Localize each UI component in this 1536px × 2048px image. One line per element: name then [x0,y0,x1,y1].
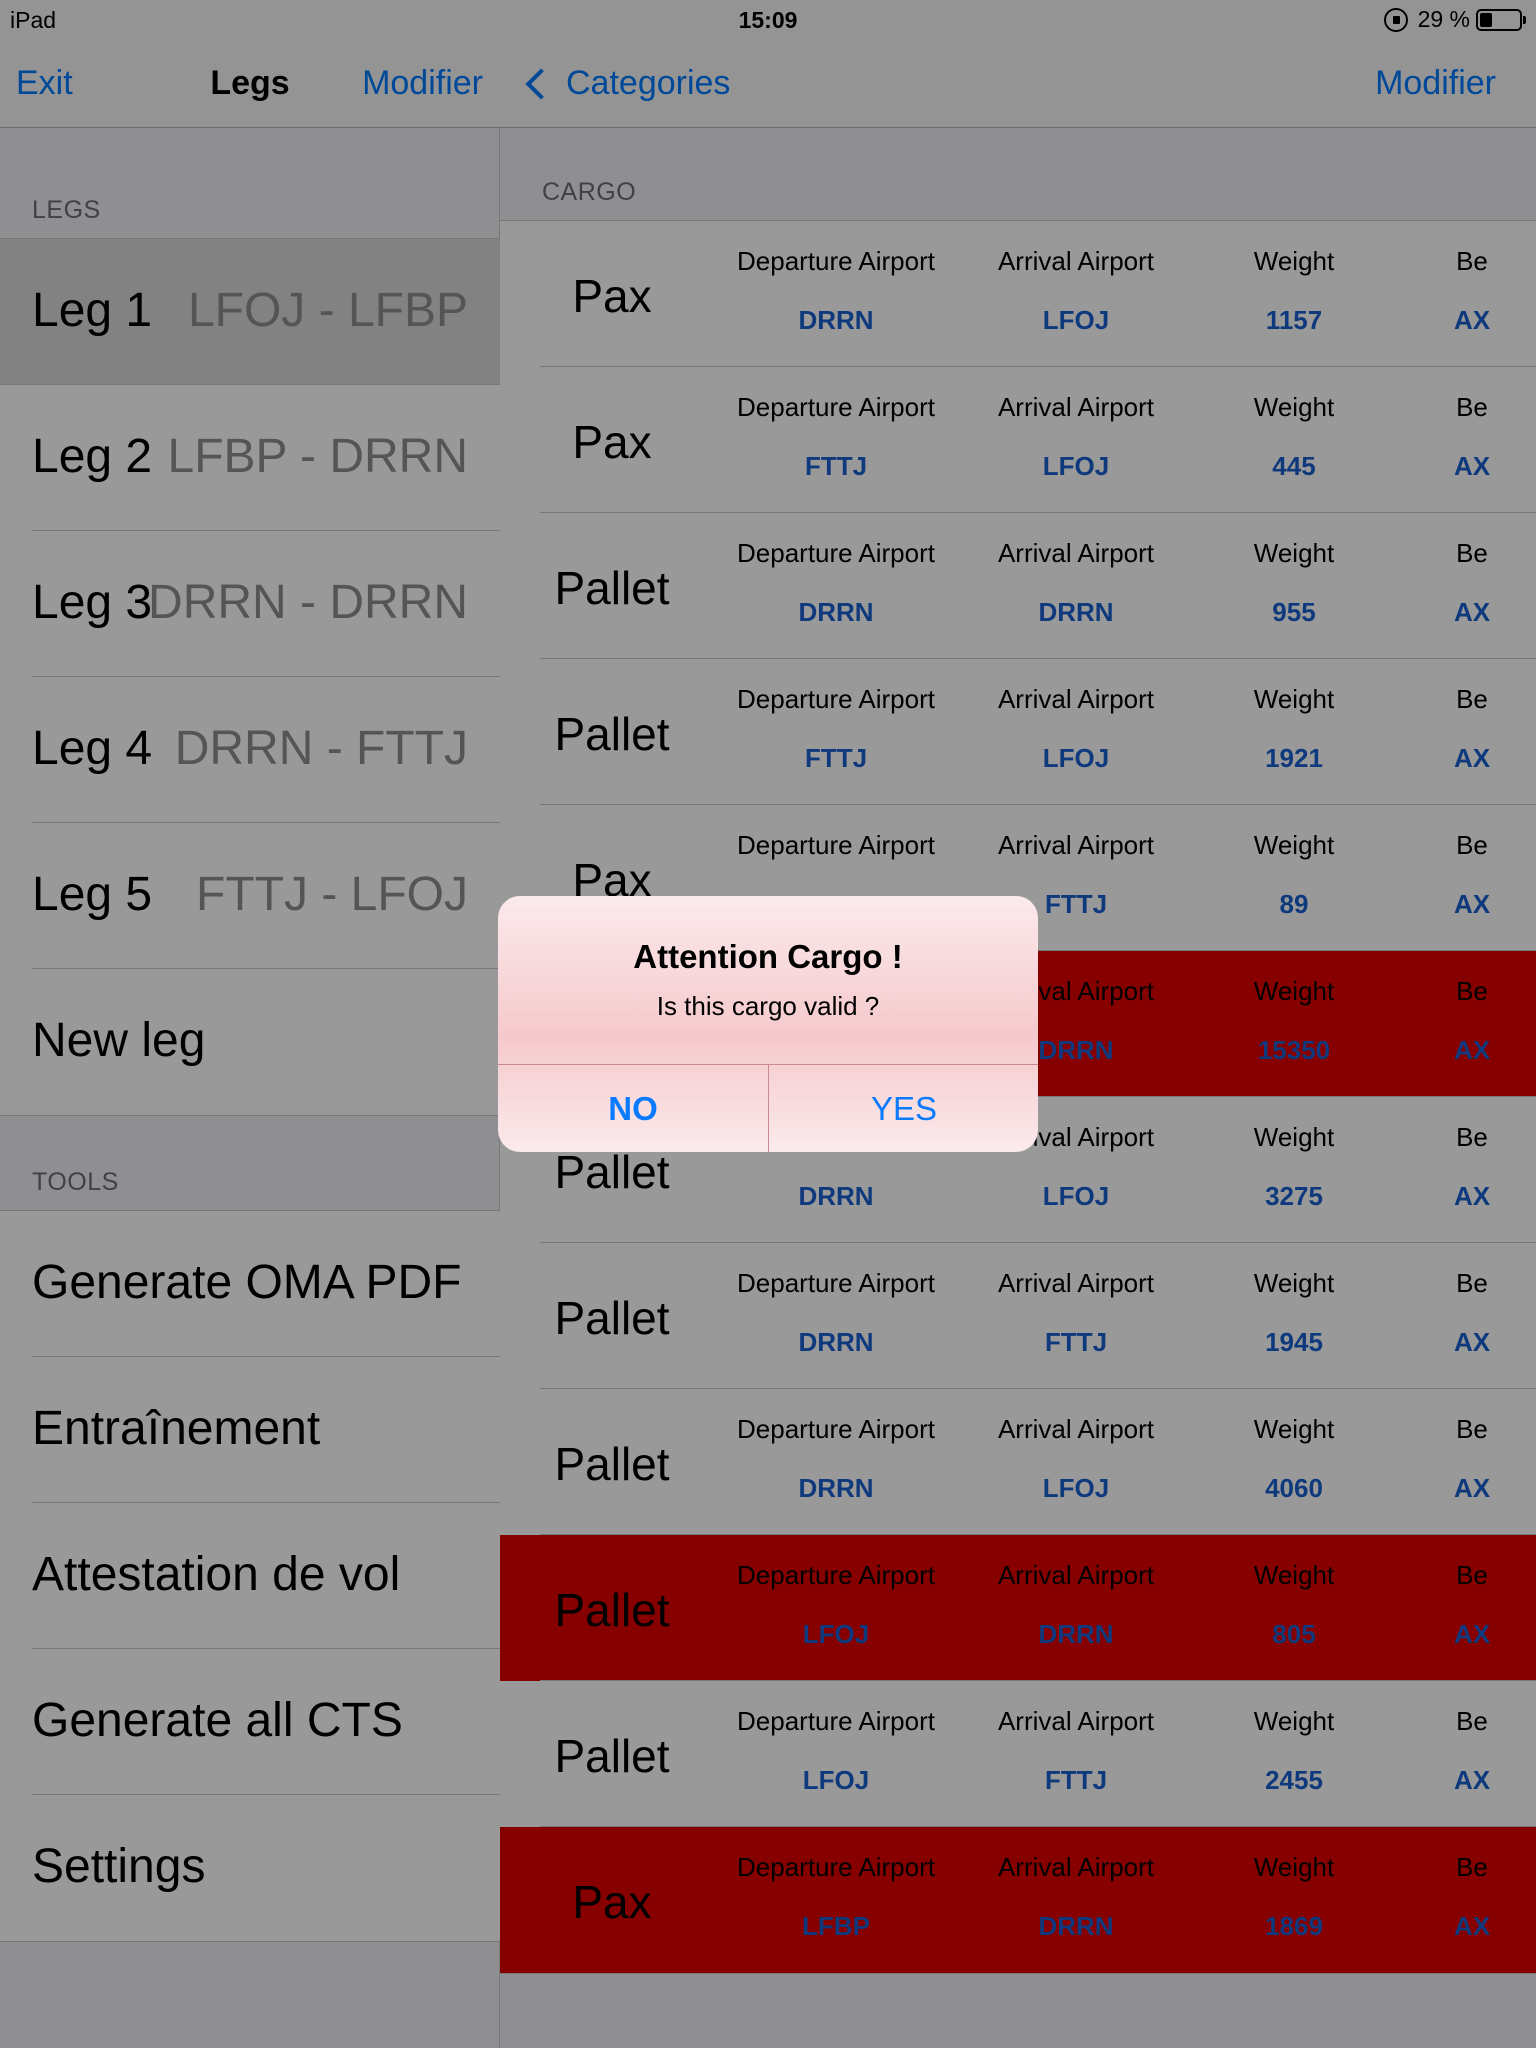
yes-button[interactable]: YES [769,1065,1038,1152]
alert-dialog: Attention Cargo ! Is this cargo valid ? … [498,896,1038,1152]
dialog-title: Attention Cargo ! [633,938,903,975]
no-button[interactable]: NO [498,1065,768,1152]
dialog-message: Is this cargo valid ? [656,991,880,1021]
